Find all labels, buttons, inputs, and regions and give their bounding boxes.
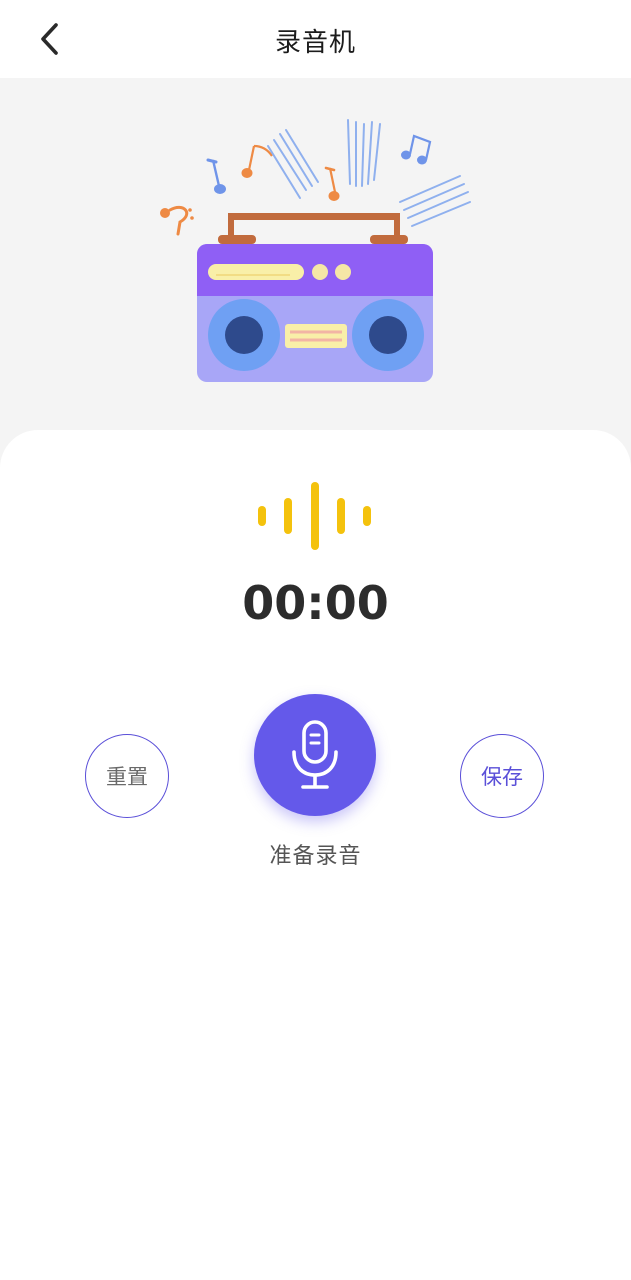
recording-timer: 00:00 [242,576,389,630]
reset-button-label: 重置 [106,765,148,789]
radio-display [208,264,304,280]
music-note-blue-right [401,134,432,165]
music-note-orange-right [324,166,340,201]
scribble-lines [267,119,471,227]
recording-status: 准备录音 [269,844,362,869]
save-button[interactable]: 保存 [460,734,544,818]
radio-knob [312,264,328,280]
radio-knob [335,264,351,280]
cassette-window [285,324,347,348]
top-bar: 录音机 [0,0,631,78]
recorder-screen: 录音机 00:00 重置 保存 准备录音 [0,0,631,1280]
save-button-label: 保存 [481,765,523,789]
page-title: 录音机 [274,28,356,58]
radio-handle [218,213,408,244]
radio-boombox-illustration [160,119,471,382]
record-button[interactable] [254,694,376,816]
reset-button[interactable]: 重置 [85,734,169,818]
sound-wave-icon [258,482,371,550]
microphone-icon [292,720,338,789]
music-note-orange-left [160,205,194,236]
music-note-blue-left [206,158,226,194]
music-note-orange-mid [241,144,273,178]
